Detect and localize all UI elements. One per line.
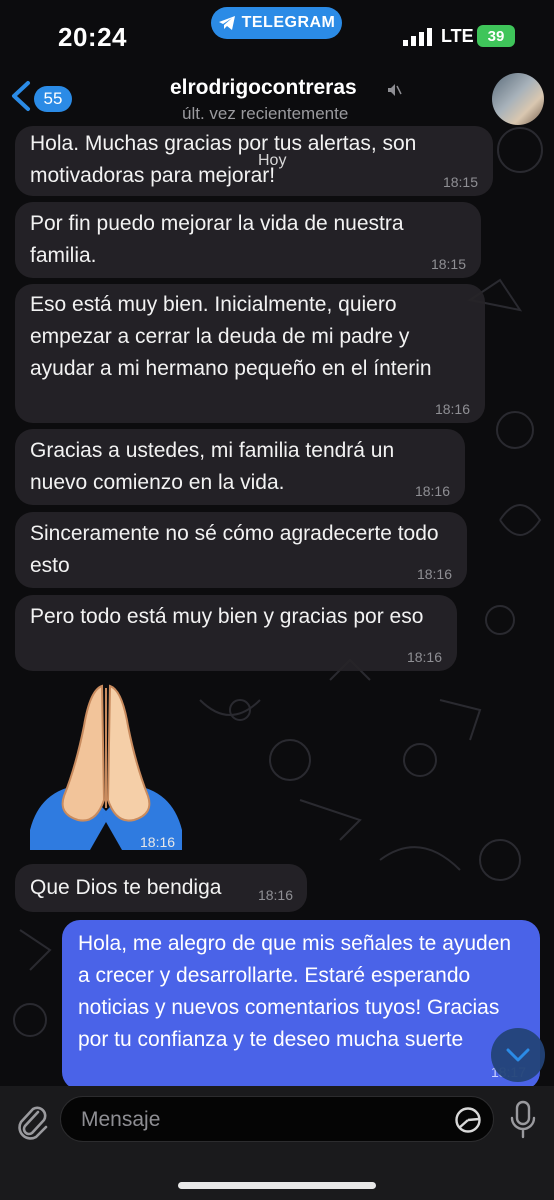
unread-count-badge[interactable]: 55 <box>34 86 72 112</box>
chat-title[interactable]: elrodrigocontreras <box>170 76 357 100</box>
message-text: Gracias a ustedes, mi familia tendrá un … <box>30 439 395 494</box>
chat-header: 55 elrodrigocontreras últ. vez recientem… <box>0 64 554 130</box>
message-time: 18:16 <box>414 483 450 499</box>
microphone-icon[interactable] <box>510 1100 536 1140</box>
message-text: Sinceramente no sé cómo agradecerte todo… <box>30 522 439 577</box>
status-time: 20:24 <box>58 22 127 52</box>
message-text: Por fin puedo mejorar la vida de nuestra… <box>30 212 404 267</box>
message-time: 18:16 <box>434 401 470 417</box>
telegram-pill[interactable]: TELEGRAM <box>211 7 342 39</box>
chevron-down-icon <box>506 1048 530 1062</box>
message-time: 18:16 <box>406 649 442 665</box>
sticker-icon[interactable] <box>454 1106 482 1134</box>
message-time: 18:15 <box>430 256 466 272</box>
message-incoming[interactable]: Pero todo está muy bien y gracias por es… <box>15 595 457 671</box>
message-input[interactable]: Mensaje <box>60 1096 494 1142</box>
contact-avatar[interactable] <box>492 73 544 125</box>
message-incoming[interactable]: Hola. Muchas gracias por tus alertas, so… <box>15 126 493 196</box>
message-time: 18:16 <box>416 566 452 582</box>
battery-level: 39 <box>487 27 505 45</box>
status-bar: 20:24 TELEGRAM LTE 39 <box>0 0 554 70</box>
message-text: Que Dios te bendiga <box>30 876 222 899</box>
signal-icon <box>403 28 432 46</box>
message-incoming[interactable]: Gracias a ustedes, mi familia tendrá un … <box>15 429 465 505</box>
message-text: Pero todo está muy bien y gracias por es… <box>30 605 424 628</box>
message-outgoing[interactable]: Hola, me alegro de que mis señales te ay… <box>62 920 540 1090</box>
message-text: Hola. Muchas gracias por tus alertas, so… <box>30 132 417 187</box>
message-input-placeholder: Mensaje <box>81 1108 161 1131</box>
paperclip-icon[interactable] <box>14 1100 48 1140</box>
last-seen-status: últ. vez recientemente <box>182 104 349 123</box>
folded-hands-sticker[interactable] <box>26 680 186 850</box>
message-time: 18:15 <box>442 174 478 190</box>
message-incoming[interactable]: Que Dios te bendiga 18:16 <box>15 864 307 912</box>
message-text: Hola, me alegro de que mis señales te ay… <box>78 932 512 1051</box>
message-incoming[interactable]: Eso está muy bien. Inicialmente, quiero … <box>15 284 485 423</box>
home-indicator <box>178 1182 376 1189</box>
message-incoming[interactable]: Por fin puedo mejorar la vida de nuestra… <box>15 202 481 278</box>
network-type: LTE <box>441 26 474 46</box>
message-time: 18:16 <box>257 887 293 903</box>
scroll-to-bottom-button[interactable] <box>491 1028 545 1082</box>
back-chevron-icon[interactable] <box>8 80 34 112</box>
sticker-time: 18:16 <box>140 834 176 850</box>
telegram-pill-label: TELEGRAM <box>241 14 336 31</box>
muted-icon <box>388 84 402 96</box>
battery-icon: 39 <box>477 25 515 47</box>
telegram-icon <box>218 16 235 30</box>
message-text: Eso está muy bien. Inicialmente, quiero … <box>30 293 432 380</box>
message-incoming[interactable]: Sinceramente no sé cómo agradecerte todo… <box>15 512 467 588</box>
date-chip: Hoy <box>258 152 287 169</box>
